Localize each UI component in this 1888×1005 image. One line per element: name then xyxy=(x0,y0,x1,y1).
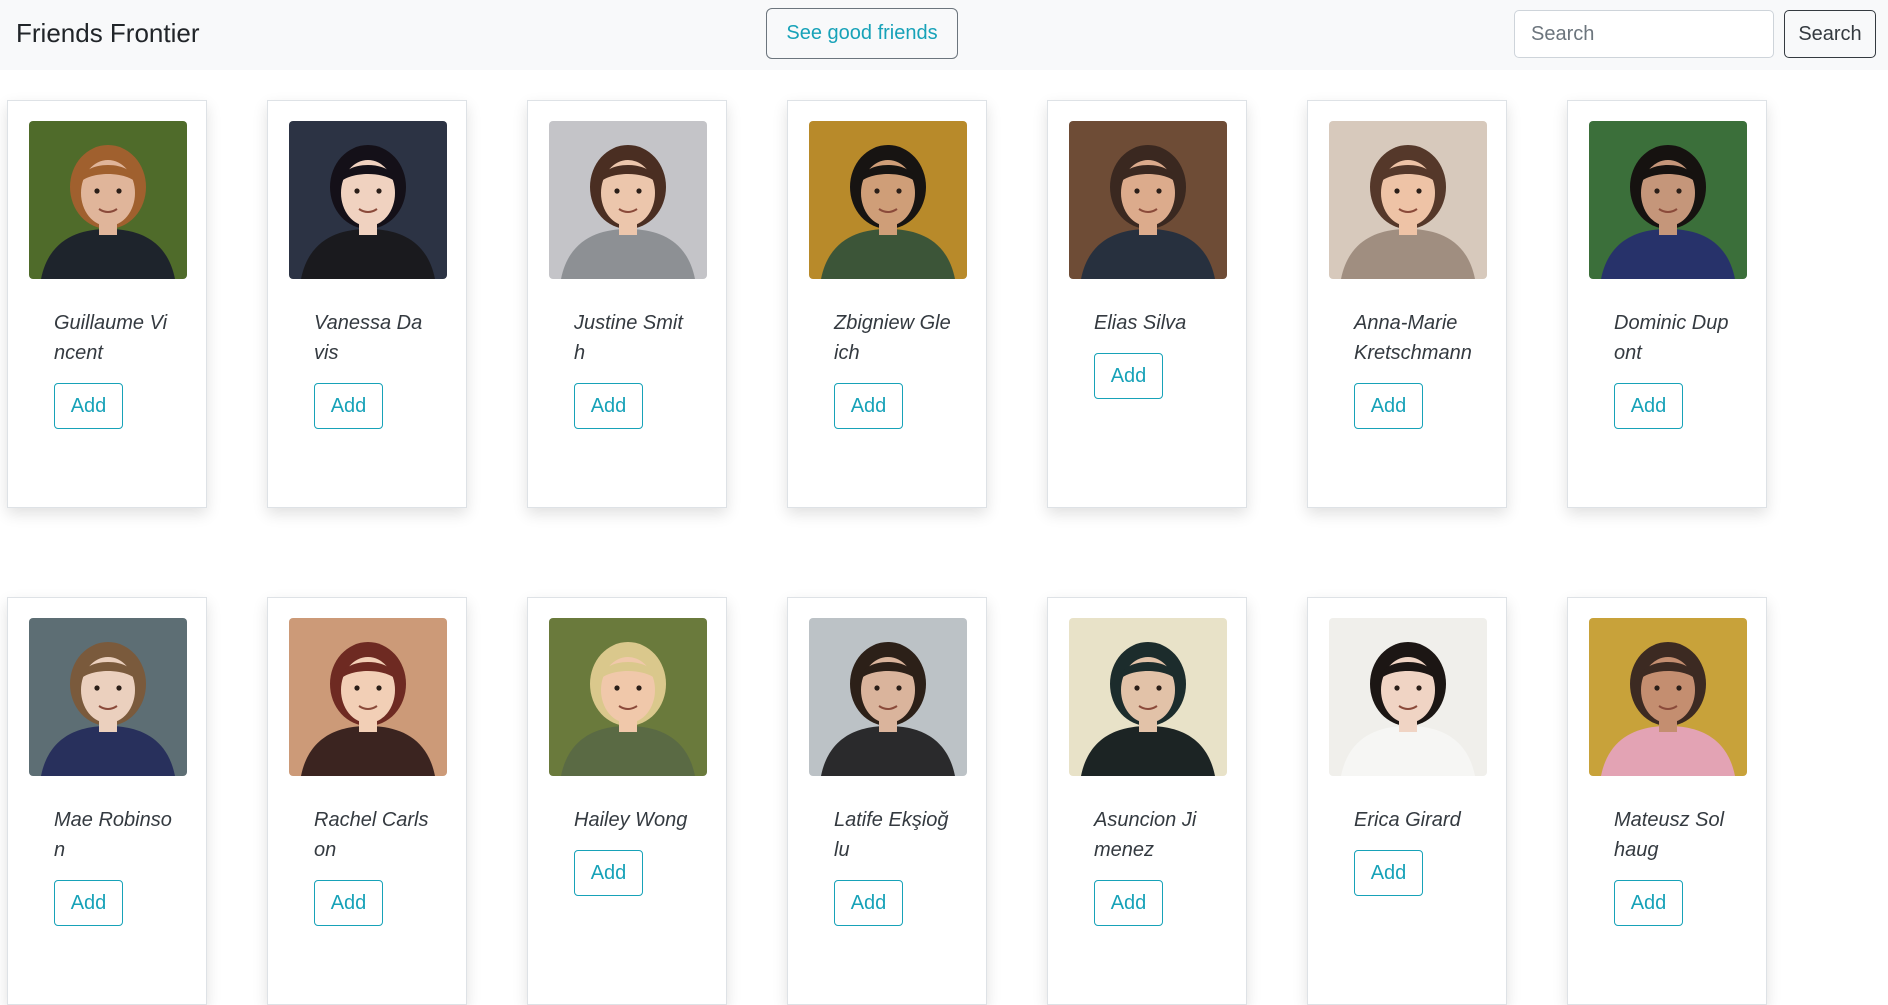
friend-avatar xyxy=(1589,618,1747,776)
friend-card: Asuncion Jimenez Add xyxy=(1047,597,1247,1005)
friend-card: Mae Robinson Add xyxy=(7,597,207,1005)
friend-avatar xyxy=(29,618,187,776)
friend-name: Mae Robinson xyxy=(54,809,172,861)
avatar-photo xyxy=(809,121,967,279)
avatar-photo xyxy=(1589,121,1747,279)
add-friend-button[interactable]: Add xyxy=(54,880,123,926)
avatar-photo xyxy=(29,121,187,279)
friend-name: Rachel Carlson xyxy=(314,809,429,861)
friend-card: Guillaume Vincent Add xyxy=(7,100,207,508)
add-friend-button[interactable]: Add xyxy=(1094,880,1163,926)
friend-name: Anna-Marie Kretschmann xyxy=(1354,312,1472,364)
friend-card: Vanessa Davis Add xyxy=(267,100,467,508)
friends-grid: Guillaume Vincent Add Vanessa Davis Add Just… xyxy=(0,0,1888,1005)
add-friend-button[interactable]: Add xyxy=(54,383,123,429)
avatar-photo xyxy=(289,618,447,776)
friend-avatar xyxy=(809,618,967,776)
friend-avatar xyxy=(1329,618,1487,776)
add-friend-button[interactable]: Add xyxy=(1094,353,1163,399)
friend-avatar xyxy=(289,618,447,776)
avatar-photo xyxy=(289,121,447,279)
add-friend-button[interactable]: Add xyxy=(834,383,903,429)
friend-name: Dominic Dupont xyxy=(1614,312,1729,364)
add-friend-button[interactable]: Add xyxy=(574,383,643,429)
friend-avatar xyxy=(1069,618,1227,776)
avatar-photo xyxy=(549,121,707,279)
friend-card: Anna-Marie Kretschmann Add xyxy=(1307,100,1507,508)
add-friend-button[interactable]: Add xyxy=(314,383,383,429)
add-friend-button[interactable]: Add xyxy=(314,880,383,926)
friend-card: Justine Smith Add xyxy=(527,100,727,508)
friend-name: Asuncion Jimenez xyxy=(1094,809,1197,861)
add-friend-button[interactable]: Add xyxy=(834,880,903,926)
friend-avatar xyxy=(549,121,707,279)
add-friend-button[interactable]: Add xyxy=(1354,850,1423,896)
friend-avatar xyxy=(549,618,707,776)
friend-name: Guillaume Vincent xyxy=(54,312,168,364)
friend-name: Justine Smith xyxy=(574,312,683,364)
add-friend-button[interactable]: Add xyxy=(1354,383,1423,429)
friend-name: Vanessa Davis xyxy=(314,312,423,364)
friend-avatar xyxy=(289,121,447,279)
friend-card: Hailey Wong Add xyxy=(527,597,727,1005)
friend-card: Latife Ekşioğlu Add xyxy=(787,597,987,1005)
friend-name: Zbigniew Gleich xyxy=(834,312,951,364)
add-friend-button[interactable]: Add xyxy=(1614,880,1683,926)
avatar-photo xyxy=(1329,618,1487,776)
avatar-photo xyxy=(809,618,967,776)
avatar-photo xyxy=(29,618,187,776)
friend-name: Hailey Wong xyxy=(574,809,688,831)
friend-card: Zbigniew Gleich Add xyxy=(787,100,987,508)
add-friend-button[interactable]: Add xyxy=(574,850,643,896)
friend-name: Mateusz Solhaug xyxy=(1614,809,1725,861)
friend-avatar xyxy=(1069,121,1227,279)
avatar-photo xyxy=(1589,618,1747,776)
friend-name: Elias Silva xyxy=(1094,312,1187,334)
friend-card: Mateusz Solhaug Add xyxy=(1567,597,1767,1005)
avatar-photo xyxy=(1329,121,1487,279)
friend-name: Erica Girard xyxy=(1354,809,1461,831)
friend-avatar xyxy=(809,121,967,279)
friend-avatar xyxy=(1589,121,1747,279)
avatar-photo xyxy=(1069,121,1227,279)
friend-card: Rachel Carlson Add xyxy=(267,597,467,1005)
friend-card: Dominic Dupont Add xyxy=(1567,100,1767,508)
avatar-photo xyxy=(1069,618,1227,776)
friend-card: Erica Girard Add xyxy=(1307,597,1507,1005)
avatar-photo xyxy=(549,618,707,776)
friend-name: Latife Ekşioğlu xyxy=(834,809,949,861)
friend-card: Elias Silva Add xyxy=(1047,100,1247,508)
friend-avatar xyxy=(29,121,187,279)
add-friend-button[interactable]: Add xyxy=(1614,383,1683,429)
friend-avatar xyxy=(1329,121,1487,279)
